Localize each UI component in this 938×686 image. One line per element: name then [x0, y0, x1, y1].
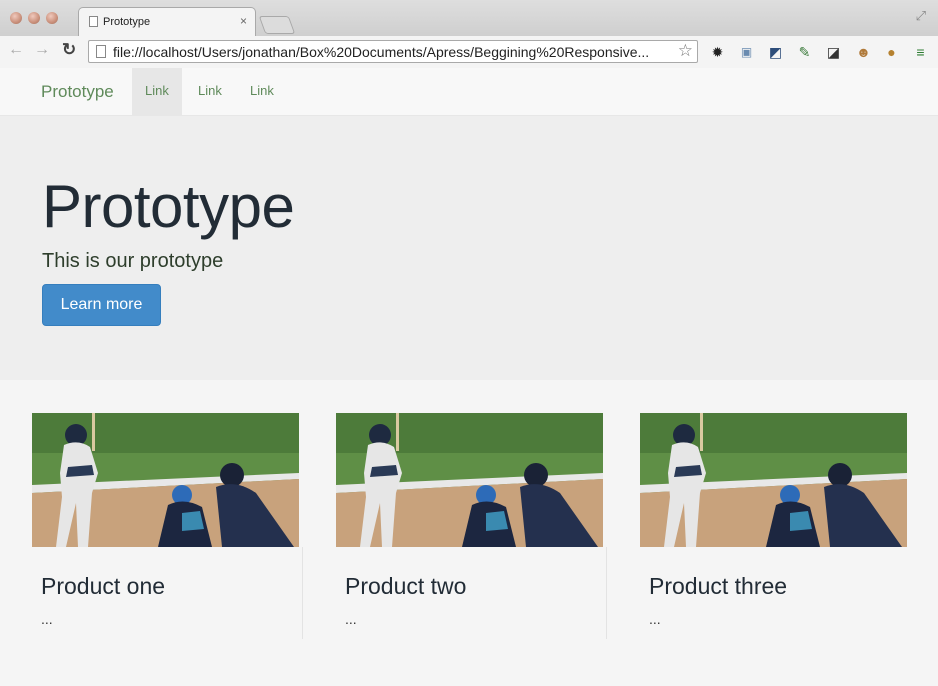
back-arrow-icon[interactable]: ←	[8, 41, 24, 59]
tab-strip: Prototype × ⤢	[0, 0, 938, 36]
nav-link-1[interactable]: Link	[132, 68, 182, 115]
product-title: Product two	[345, 573, 467, 599]
navbar-brand[interactable]: Prototype	[41, 82, 114, 102]
url-text[interactable]: file://localhost/Users/jonathan/Box%20Do…	[113, 44, 673, 60]
product-desc: ...	[41, 611, 53, 627]
calendar-icon[interactable]: ▣	[738, 44, 755, 61]
product-card: Product three ...	[640, 413, 907, 640]
menu-icon[interactable]: ≡	[912, 44, 929, 61]
browser-toolbar: ← → ↻ file://localhost/Users/jonathan/Bo…	[0, 36, 938, 68]
maximize-window-button[interactable]	[46, 12, 58, 24]
image-icon[interactable]: ◩	[767, 44, 784, 61]
jumbotron-heading: Prototype	[42, 173, 295, 240]
product-image	[336, 413, 603, 547]
page-icon	[89, 16, 98, 27]
product-card: Product one ...	[32, 413, 303, 640]
learn-more-button[interactable]: Learn more	[42, 284, 161, 326]
ruler-icon[interactable]: ◪	[825, 44, 842, 61]
wrench-icon[interactable]: ✎	[796, 44, 813, 61]
card-divider	[606, 547, 607, 639]
minimize-window-button[interactable]	[28, 12, 40, 24]
jumbotron: Prototype This is our prototype Learn mo…	[0, 116, 938, 380]
product-title: Product one	[41, 573, 166, 599]
tab-title: Prototype	[103, 16, 151, 28]
abp-icon[interactable]: ●	[883, 44, 900, 61]
fullscreen-icon[interactable]: ⤢	[916, 8, 926, 24]
face-icon[interactable]: ☻	[855, 44, 872, 61]
address-bar[interactable]: file://localhost/Users/jonathan/Box%20Do…	[88, 40, 698, 63]
page-icon	[96, 45, 106, 58]
reload-icon[interactable]: ↻	[62, 40, 76, 60]
new-tab-button[interactable]	[258, 16, 296, 34]
product-image	[32, 413, 299, 547]
star-icon[interactable]: ☆	[678, 41, 693, 61]
nav-link-3[interactable]: Link	[237, 68, 287, 115]
gear-icon[interactable]: ✹	[709, 44, 726, 61]
product-card: Product two ...	[336, 413, 607, 640]
product-desc: ...	[345, 611, 357, 627]
jumbotron-lead: This is our prototype	[42, 250, 224, 272]
forward-arrow-icon[interactable]: →	[34, 41, 50, 59]
product-image	[640, 413, 907, 547]
nav-link-2[interactable]: Link	[185, 68, 235, 115]
tab-close-icon[interactable]: ×	[240, 14, 247, 28]
close-window-button[interactable]	[10, 12, 22, 24]
navbar: Prototype Link Link Link	[0, 68, 938, 116]
card-divider	[302, 547, 303, 639]
browser-tab[interactable]: Prototype ×	[78, 7, 256, 36]
product-title: Product three	[649, 573, 788, 599]
product-desc: ...	[649, 611, 661, 627]
browser-chrome: Prototype × ⤢ ← → ↻ file://localhost/Use…	[0, 0, 938, 68]
